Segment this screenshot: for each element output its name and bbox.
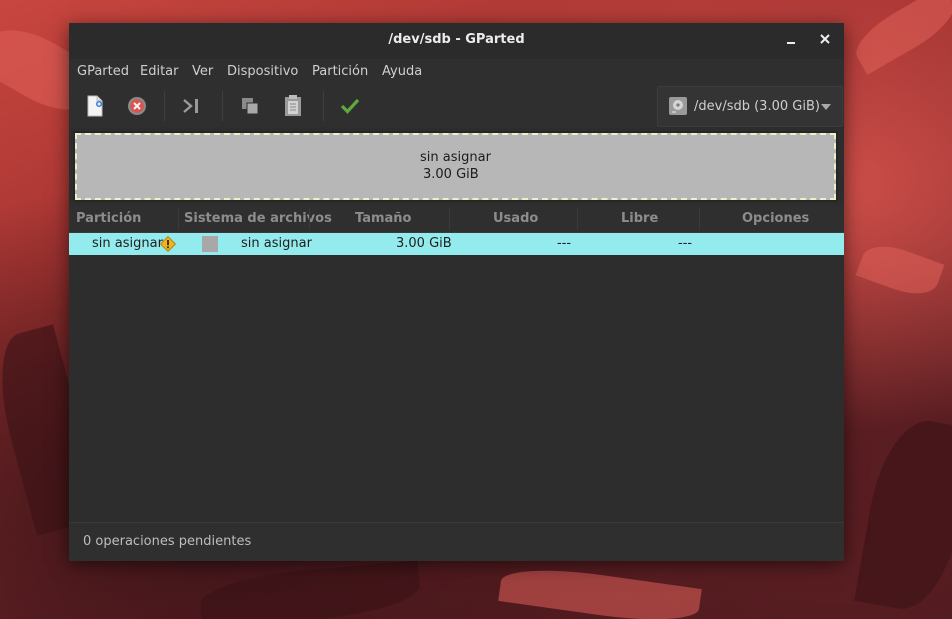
hard-disk-icon: [669, 97, 687, 115]
menu-bar: GParted Editar Ver Dispositivo Partición…: [69, 59, 844, 85]
column-header-tamano[interactable]: Tamaño: [355, 211, 411, 226]
toolbar-separator: [222, 91, 223, 121]
cell-sistema: sin asignar: [241, 236, 312, 251]
status-bar: 0 operaciones pendientes: [69, 522, 844, 561]
menu-gparted[interactable]: GParted: [77, 64, 129, 79]
table-row[interactable]: sin asignar sin asignar 3.00 GiB --- ---: [69, 233, 844, 255]
column-header-usado[interactable]: Usado: [493, 211, 538, 226]
menu-ayuda[interactable]: Ayuda: [382, 64, 422, 79]
warning-icon: [160, 236, 176, 252]
menu-dispositivo[interactable]: Dispositivo: [227, 64, 298, 79]
partition-table: Partición Sistema de archivos Tamaño Usa…: [69, 206, 844, 522]
copy-icon: [242, 98, 259, 115]
device-label: /dev/sdb (3.00 GiB): [694, 99, 820, 114]
filesystem-color-swatch: [202, 236, 218, 252]
minimize-icon: [787, 42, 795, 44]
paste-icon: [285, 95, 301, 116]
gparted-window: /dev/sdb - GParted GParted Editar Ver Di…: [69, 23, 844, 561]
toolbar: /dev/sdb (3.00 GiB): [69, 85, 844, 127]
menu-ver[interactable]: Ver: [192, 64, 213, 79]
delete-button[interactable]: [124, 93, 150, 119]
chevron-down-icon: [821, 104, 831, 110]
copy-button[interactable]: [237, 93, 263, 119]
toolbar-separator: [323, 91, 324, 121]
new-partition-button[interactable]: [82, 93, 108, 119]
paste-button[interactable]: [280, 93, 306, 119]
window-title: /dev/sdb - GParted: [388, 32, 525, 47]
map-partition-size: 3.00 GiB: [423, 167, 479, 182]
cell-libre: ---: [678, 236, 693, 251]
new-partition-icon: [87, 95, 103, 117]
table-header: Partición Sistema de archivos Tamaño Usa…: [69, 206, 844, 233]
resize-move-icon: [183, 99, 198, 113]
cell-usado: ---: [557, 236, 572, 251]
cell-particion: sin asignar: [92, 236, 163, 251]
minimize-button[interactable]: [781, 31, 801, 51]
column-header-particion[interactable]: Partición: [76, 211, 141, 226]
device-selector[interactable]: /dev/sdb (3.00 GiB): [657, 86, 843, 127]
pending-operations-status: 0 operaciones pendientes: [83, 534, 252, 549]
resize-move-button[interactable]: [180, 93, 206, 119]
map-partition-unallocated[interactable]: sin asignar 3.00 GiB: [75, 133, 836, 200]
cell-tamano: 3.00 GiB: [396, 236, 452, 251]
map-partition-name: sin asignar: [420, 150, 491, 165]
close-button[interactable]: [815, 31, 835, 51]
delete-icon: [128, 97, 146, 115]
menu-particion[interactable]: Partición: [312, 64, 368, 79]
column-header-opciones[interactable]: Opciones: [742, 211, 809, 226]
apply-icon: [340, 98, 360, 114]
close-icon: [820, 34, 830, 44]
title-bar[interactable]: /dev/sdb - GParted: [69, 23, 844, 59]
toolbar-separator: [164, 91, 165, 121]
menu-editar[interactable]: Editar: [140, 64, 179, 79]
disk-map: sin asignar 3.00 GiB: [73, 131, 838, 202]
column-header-libre[interactable]: Libre: [621, 211, 658, 226]
apply-button[interactable]: [337, 93, 363, 119]
